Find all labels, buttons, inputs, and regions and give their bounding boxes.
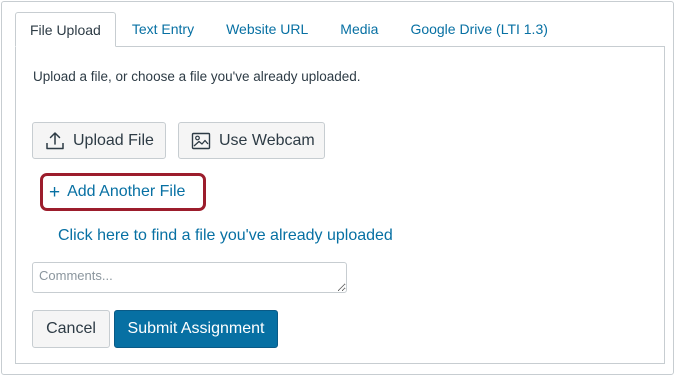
- find-uploaded-file-link[interactable]: Click here to find a file you've already…: [58, 227, 393, 245]
- upload-file-button[interactable]: Upload File: [32, 122, 166, 159]
- comments-field[interactable]: [32, 262, 347, 293]
- cancel-button[interactable]: Cancel: [32, 310, 110, 348]
- use-webcam-button[interactable]: Use Webcam: [178, 122, 325, 159]
- upload-file-label: Upload File: [73, 131, 154, 149]
- webcam-icon: [191, 132, 211, 150]
- add-another-file-button[interactable]: + Add Another File: [40, 173, 206, 211]
- tab-media[interactable]: Media: [324, 12, 394, 47]
- tab-file-upload[interactable]: File Upload: [15, 12, 116, 47]
- tab-text-entry[interactable]: Text Entry: [116, 12, 210, 47]
- submit-assignment-button[interactable]: Submit Assignment: [114, 310, 278, 348]
- add-another-file-label: Add Another File: [67, 183, 186, 200]
- tab-google-drive[interactable]: Google Drive (LTI 1.3): [394, 12, 563, 47]
- upload-icon: [45, 131, 65, 151]
- upload-instructions: Upload a file, or choose a file you've a…: [33, 69, 361, 84]
- use-webcam-label: Use Webcam: [219, 131, 315, 149]
- tab-website-url[interactable]: Website URL: [210, 12, 324, 47]
- plus-icon: +: [49, 181, 61, 203]
- submission-type-tabs: File Upload Text Entry Website URL Media…: [15, 12, 564, 47]
